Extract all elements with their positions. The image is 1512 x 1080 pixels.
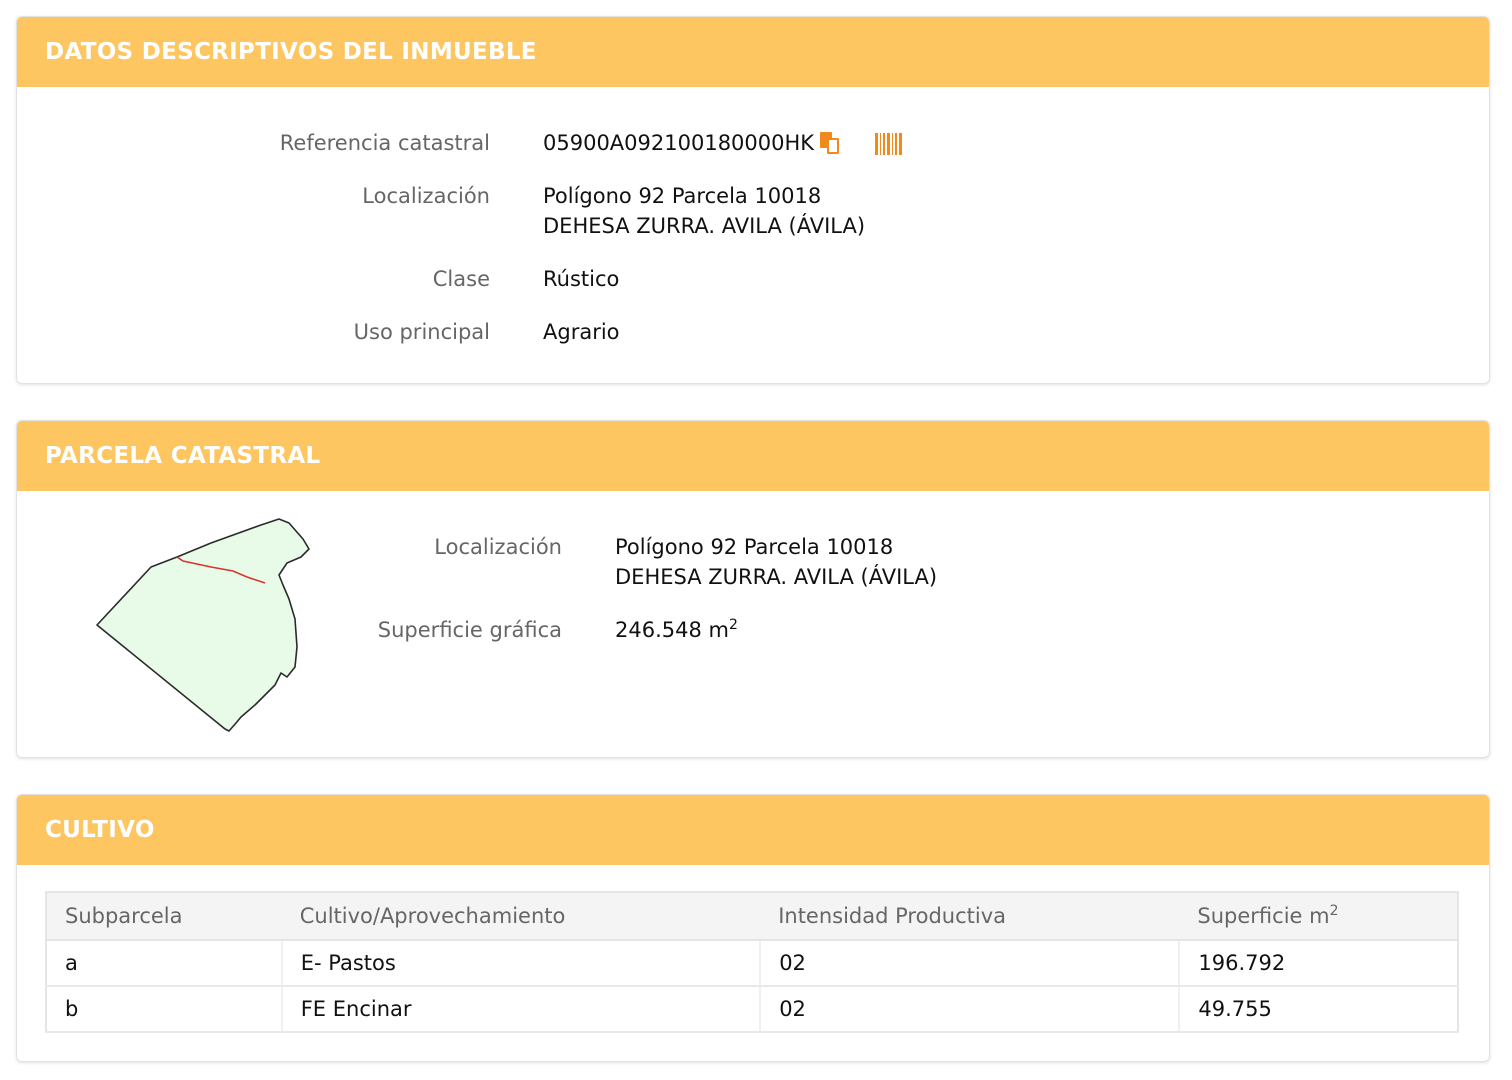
superficie-grafica-value: 246.548 m2 — [615, 615, 738, 645]
cell-subparcela: b — [46, 986, 283, 1033]
table-row: b FE Encinar 02 49.755 — [46, 986, 1458, 1033]
clase-value: Rústico — [543, 267, 620, 291]
barcode-icon[interactable] — [874, 133, 902, 155]
cell-intensidad: 02 — [760, 986, 1181, 1033]
localizacion-line1: Polígono 92 Parcela 10018 — [543, 184, 822, 208]
datos-descriptivos-title: DATOS DESCRIPTIVOS DEL INMUEBLE — [45, 39, 537, 65]
cell-intensidad: 02 — [760, 940, 1181, 987]
column-header-superficie-sup: 2 — [1329, 903, 1339, 919]
parcela-catastral-panel: PARCELA CATASTRAL Localización Polígono … — [16, 420, 1490, 758]
datos-descriptivos-panel: DATOS DESCRIPTIVOS DEL INMUEBLE Referenc… — [16, 16, 1490, 384]
datos-descriptivos-header: DATOS DESCRIPTIVOS DEL INMUEBLE — [17, 17, 1489, 87]
parcel-shape — [96, 518, 310, 732]
cell-superficie: 196.792 — [1179, 940, 1458, 987]
column-header-superficie-text: Superficie m — [1197, 904, 1330, 928]
uso-principal-value: Agrario — [543, 320, 620, 344]
cell-cultivo: FE Encinar — [281, 986, 762, 1033]
column-header-superficie: Superficie m2 — [1179, 892, 1458, 941]
referencia-text[interactable]: 05900A092100180000HK — [543, 131, 814, 155]
parcela-catastral-header: PARCELA CATASTRAL — [17, 421, 1489, 491]
parcela-localizacion-line1: Polígono 92 Parcela 10018 — [615, 535, 894, 559]
parcel-map[interactable] — [91, 513, 331, 743]
parcela-localizacion-line2: DEHESA ZURRA. AVILA (ÁVILA) — [615, 565, 938, 589]
clase-label: Clase — [432, 267, 490, 291]
parcela-localizacion-label: Localización — [434, 535, 562, 559]
column-header-subparcela: Subparcela — [46, 892, 282, 941]
cultivo-header: CULTIVO — [17, 795, 1489, 865]
cultivo-table: Subparcela Cultivo/Aprovechamiento Inten… — [45, 891, 1459, 1033]
cell-cultivo: E- Pastos — [281, 940, 762, 987]
localizacion-label: Localización — [362, 184, 490, 208]
parcela-catastral-title: PARCELA CATASTRAL — [45, 443, 321, 469]
cultivo-table-header-row: Subparcela Cultivo/Aprovechamiento Inten… — [46, 892, 1458, 941]
uso-principal-label: Uso principal — [353, 320, 490, 344]
cultivo-title: CULTIVO — [45, 817, 155, 843]
copy-icon[interactable] — [820, 132, 842, 156]
superficie-grafica-sup: 2 — [728, 617, 738, 633]
referencia-label: Referencia catastral — [279, 131, 490, 155]
cell-superficie: 49.755 — [1179, 986, 1458, 1033]
table-row: a E- Pastos 02 196.792 — [46, 940, 1458, 987]
referencia-value: 05900A092100180000HK — [543, 128, 902, 158]
superficie-grafica-label: Superficie gráfica — [377, 618, 562, 642]
column-header-cultivo: Cultivo/Aprovechamiento — [281, 892, 761, 941]
localizacion-line2: DEHESA ZURRA. AVILA (ÁVILA) — [543, 214, 866, 238]
cell-subparcela: a — [46, 940, 283, 987]
superficie-grafica-number: 246.548 m — [615, 618, 729, 642]
column-header-intensidad: Intensidad Productiva — [760, 892, 1180, 941]
cultivo-panel: CULTIVO Subparcela Cultivo/Aprovechamien… — [16, 794, 1490, 1062]
